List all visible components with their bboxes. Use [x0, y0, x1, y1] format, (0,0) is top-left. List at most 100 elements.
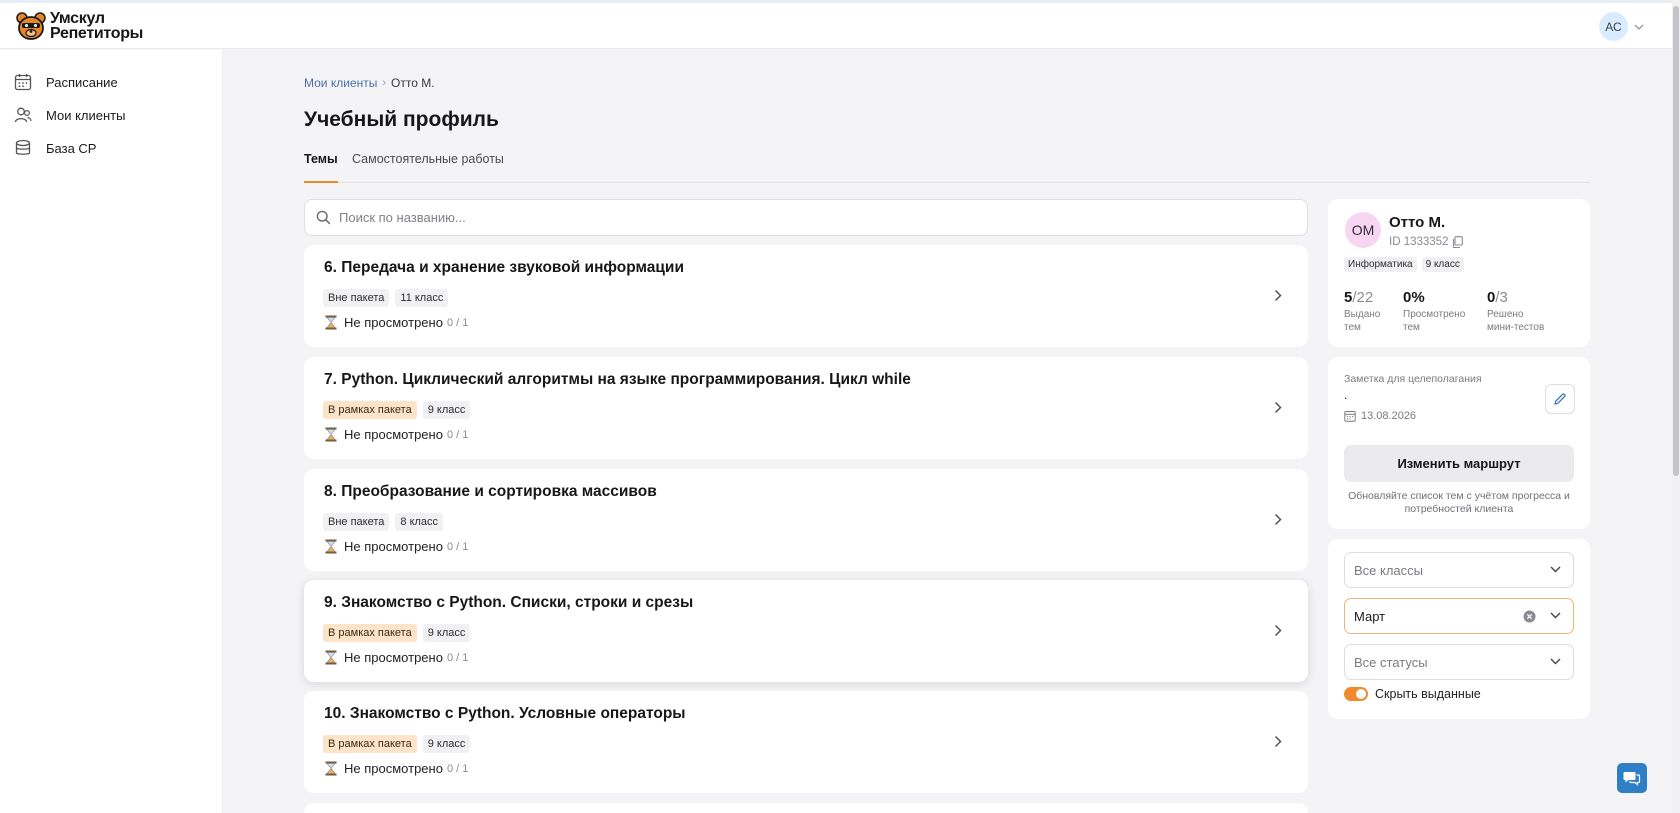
chevron-right-icon — [1274, 624, 1282, 637]
hide-issued-toggle-row[interactable]: Скрыть выданные — [1344, 687, 1481, 701]
topic-card[interactable]: 8. Преобразование и сортировка массивов … — [304, 469, 1308, 571]
route-hint: Обновляйте список тем с учётом прогресса… — [1348, 490, 1570, 515]
sidebar-item-clients[interactable]: Мои клиенты — [14, 103, 125, 127]
package-tag: В рамках пакета — [323, 735, 417, 753]
topic-tags: В рамках пакета 9 класс — [323, 401, 476, 419]
chat-icon — [1623, 772, 1641, 786]
status-count: 0 / 1 — [446, 316, 469, 329]
topic-status: Не просмотрено 0 / 1 — [325, 315, 468, 330]
edit-note-button[interactable] — [1545, 384, 1575, 414]
topic-card[interactable]: 7. Python. Циклический алгоритмы на язык… — [304, 357, 1308, 459]
topic-card-partial[interactable] — [304, 803, 1308, 813]
filters-card: Все классы Март Все статусы Скрыть выдан… — [1328, 539, 1590, 719]
stat-viewed: 0% Просмотрено тем — [1403, 289, 1466, 333]
note-date: 13.08.2026 — [1344, 410, 1416, 422]
topic-card[interactable]: 6. Передача и хранение звуковой информац… — [304, 245, 1308, 347]
grade-filter-select[interactable]: Все классы — [1344, 552, 1574, 588]
chevron-right-icon — [1274, 513, 1282, 526]
topic-title: 7. Python. Циклический алгоритмы на язык… — [324, 371, 911, 388]
copy-icon[interactable] — [1452, 236, 1464, 248]
database-icon — [15, 139, 31, 155]
users-icon — [14, 107, 32, 123]
stat-issued: 5/22 Выдано тем — [1344, 289, 1381, 333]
clear-icon[interactable] — [1523, 610, 1536, 623]
topic-tags: В рамках пакета 9 класс — [323, 624, 476, 642]
status-label: Не просмотрено — [344, 315, 443, 330]
client-card: ОМ Отто М. ID 1333352 Информатика 9 клас… — [1328, 199, 1590, 347]
grade-tag: 9 класс — [422, 624, 471, 642]
breadcrumb-current: Отто М. — [391, 76, 435, 90]
breadcrumb-separator: › — [382, 77, 387, 89]
chevron-down-icon — [1550, 566, 1561, 573]
search-icon — [316, 210, 331, 225]
app-header: Умскул Репетиторы АС — [0, 3, 1672, 49]
sidebar: Расписание Мои клиенты База СР — [0, 50, 223, 813]
logo[interactable]: Умскул Репетиторы — [15, 10, 143, 42]
goal-note-card: Заметка для целеполагания . 13.08.2026 И… — [1328, 357, 1590, 529]
subject-tag: Информатика — [1344, 257, 1417, 272]
chevron-right-icon — [1274, 289, 1282, 302]
search-input[interactable] — [339, 210, 1239, 225]
user-avatar[interactable]: АС — [1599, 12, 1628, 41]
chevron-down-icon — [1634, 24, 1644, 30]
sidebar-item-sr-base[interactable]: База СР — [14, 136, 96, 160]
hide-issued-label: Скрыть выданные — [1375, 687, 1481, 701]
package-tag: В рамках пакета — [323, 624, 417, 642]
package-tag: Вне пакета — [323, 289, 390, 307]
hourglass-icon — [325, 427, 337, 442]
package-tag: В рамках пакета — [323, 401, 417, 419]
status-count: 0 / 1 — [446, 540, 469, 553]
hourglass-icon — [325, 315, 337, 330]
tab-independent-works[interactable]: Самостоятельные работы — [352, 152, 504, 183]
grade-tag: 9 класс — [422, 735, 471, 753]
tabs: Темы Самостоятельные работы — [304, 150, 1590, 183]
calendar-icon — [1344, 411, 1356, 422]
topic-title: 10. Знакомство с Python. Условные операт… — [324, 705, 686, 722]
topic-title: 9. Знакомство с Python. Списки, строки и… — [324, 594, 694, 611]
status-count: 0 / 1 — [446, 762, 469, 775]
topic-status: Не просмотрено 0 / 1 — [325, 761, 468, 776]
topic-status: Не просмотрено 0 / 1 — [325, 650, 468, 665]
topic-title: 6. Передача и хранение звуковой информац… — [324, 259, 684, 276]
topic-card[interactable]: 10. Знакомство с Python. Условные операт… — [304, 691, 1308, 793]
scrollbar-track[interactable] — [1672, 0, 1680, 813]
hide-issued-toggle[interactable] — [1344, 687, 1368, 701]
package-tag: Вне пакета — [323, 513, 390, 531]
grade-tag: 9 класс — [422, 401, 471, 419]
topic-card[interactable]: 9. Знакомство с Python. Списки, строки и… — [304, 580, 1308, 682]
topic-tags: Вне пакета 8 класс — [323, 513, 449, 531]
pencil-icon — [1554, 393, 1566, 405]
sidebar-item-schedule[interactable]: Расписание — [14, 70, 118, 94]
status-count: 0 / 1 — [446, 651, 469, 664]
breadcrumb-link-clients[interactable]: Мои клиенты — [304, 76, 377, 90]
month-filter-select[interactable]: Март — [1344, 598, 1574, 634]
chevron-down-icon — [1550, 658, 1561, 665]
status-filter-select[interactable]: Все статусы — [1344, 644, 1574, 680]
chat-support-button[interactable] — [1617, 763, 1647, 793]
tab-topics[interactable]: Темы — [304, 152, 338, 183]
note-label: Заметка для целеполагания — [1344, 373, 1482, 385]
stat-mini-tests: 0/3 Решено мини-тестов — [1487, 289, 1545, 333]
hourglass-icon — [325, 650, 337, 665]
scrollbar-thumb[interactable] — [1673, 6, 1679, 476]
status-label: Не просмотрено — [344, 427, 443, 442]
page-title: Учебный профиль — [304, 108, 499, 131]
note-text: . — [1344, 388, 1348, 402]
topic-status: Не просмотрено 0 / 1 — [325, 539, 468, 554]
topic-tags: Вне пакета 11 класс — [323, 289, 454, 307]
grade-tag: 11 класс — [395, 289, 449, 307]
grade-tag: 8 класс — [395, 513, 444, 531]
grade-tag: 9 класс — [1421, 257, 1464, 272]
chevron-right-icon — [1274, 735, 1282, 748]
hourglass-icon — [325, 761, 337, 776]
calendar-icon — [14, 74, 32, 91]
hourglass-icon — [325, 539, 337, 554]
chevron-down-icon — [1550, 612, 1561, 619]
topic-status: Не просмотрено 0 / 1 — [325, 427, 468, 442]
user-menu[interactable]: АС — [1599, 12, 1644, 41]
breadcrumb: Мои клиенты › Отто М. — [304, 76, 435, 90]
search-box — [304, 199, 1308, 236]
client-name: Отто М. — [1389, 214, 1446, 231]
status-count: 0 / 1 — [446, 428, 469, 441]
change-route-button[interactable]: Изменить маршрут — [1344, 445, 1574, 482]
